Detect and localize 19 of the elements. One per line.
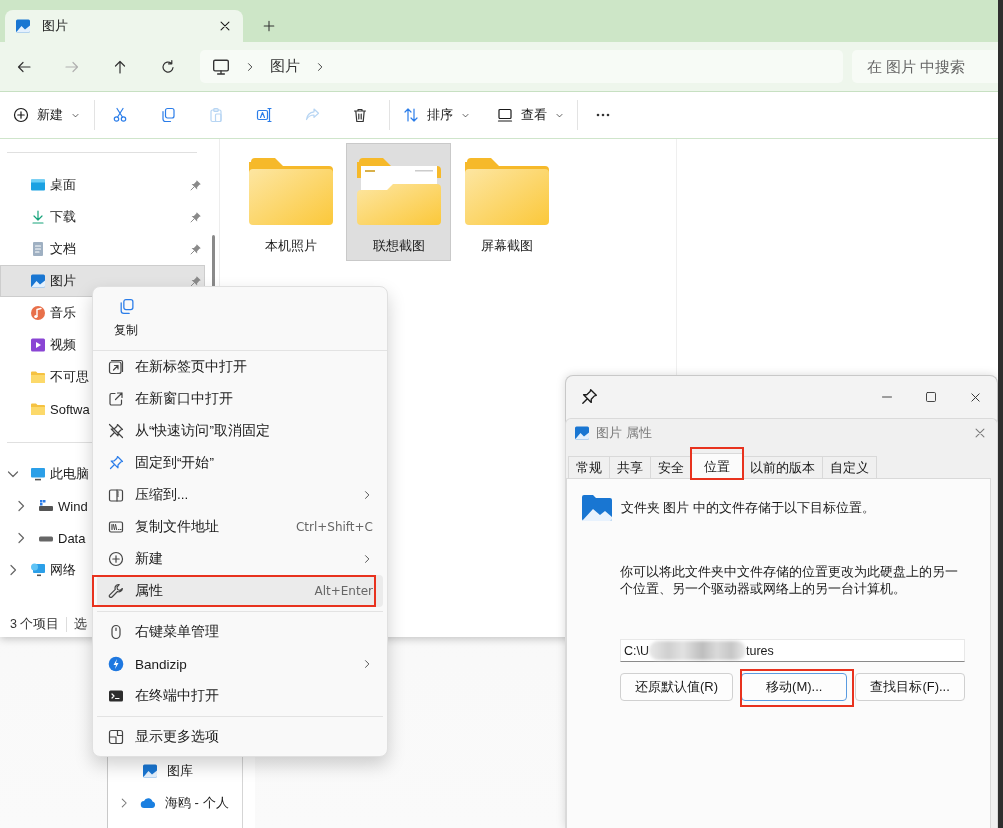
menu-item-label: 显示更多选项 xyxy=(135,728,220,746)
menu-item-label: 压缩到... xyxy=(135,486,190,504)
menu-item-label: 右键菜单管理 xyxy=(135,623,220,641)
menu-item-label: Bandizip xyxy=(135,656,188,672)
menu-item-label: 在终端中打开 xyxy=(135,687,220,705)
menu-item-label: 在新标签页中打开 xyxy=(135,358,248,376)
item-count: 3 个项目 xyxy=(10,616,60,633)
shortcut-text: Alt+Enter xyxy=(314,584,373,598)
menu-item-label: 属性 xyxy=(135,582,164,600)
menu-item-label: 在新窗口中打开 xyxy=(135,390,234,408)
description-text: 你可以将此文件夹中文件存储的位置更改为此硬盘上的另一个位置、另一个驱动器或网络上的另一台计算机。 xyxy=(620,564,959,598)
menu-item-label: 从“快速访问”取消固定 xyxy=(135,422,271,440)
menu-item-label: 新建 xyxy=(135,550,164,568)
menu-item-label: 复制文件地址 xyxy=(135,518,220,536)
selection-status: 选 xyxy=(74,616,88,633)
menu-item-label: 固定到“开始” xyxy=(135,454,215,472)
location-heading: 文件夹 图片 中的文件存储于以下目标位置。 xyxy=(621,499,875,517)
dialog-title: 图片 属性 xyxy=(596,424,652,442)
shortcut-text: Ctrl+Shift+C xyxy=(295,520,373,534)
